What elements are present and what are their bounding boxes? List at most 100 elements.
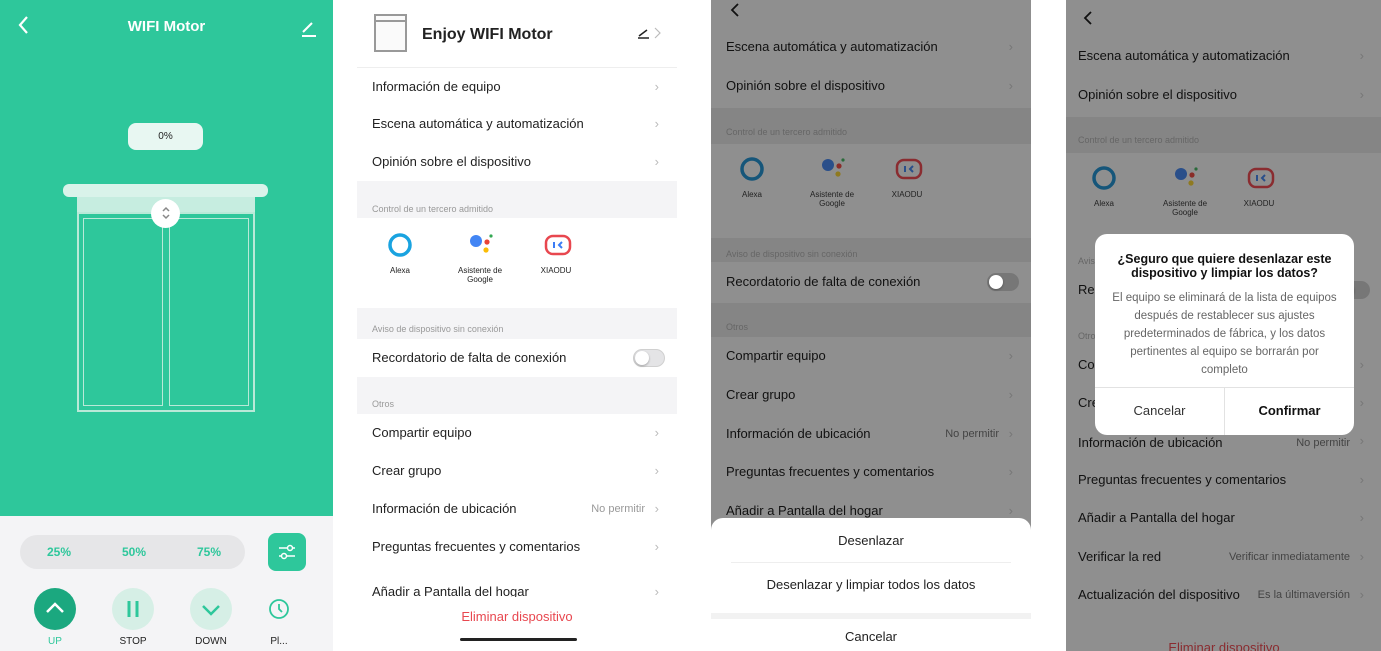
row-label: Opinión sobre el dispositivo (1078, 87, 1237, 102)
row-feedback[interactable]: Opinión sobre el dispositivo › (357, 143, 677, 181)
row-faq[interactable]: Preguntas frecuentes y comentarios › (1066, 461, 1381, 499)
row-label: Crear grupo (726, 387, 796, 402)
chevron-up-icon[interactable] (34, 588, 76, 630)
row-scene[interactable]: Escena automática y automatización › (1066, 37, 1381, 75)
row-create-group[interactable]: Crear grupo › (711, 376, 1031, 414)
section-offline: Avis (1078, 256, 1095, 266)
position-percent: 0% (128, 123, 203, 150)
back-icon[interactable] (1082, 10, 1094, 31)
row-feedback[interactable]: Opinión sobre el dispositivo › (711, 67, 1031, 105)
row-faq[interactable]: Preguntas frecuentes y comentarios › (357, 528, 677, 566)
chevron-right-icon: › (654, 584, 659, 597)
chevron-right-icon: › (1008, 503, 1013, 518)
preset-75-button[interactable]: 75% (197, 535, 221, 569)
down-label: DOWN (195, 636, 227, 647)
third-party-google[interactable]: Asistente de Google (797, 156, 867, 208)
edit-icon[interactable] (299, 18, 319, 38)
third-party-xiaodu[interactable]: XIAODU (1224, 165, 1294, 208)
cancel-button[interactable]: Cancelar (711, 629, 1031, 644)
chevron-right-icon: › (1359, 472, 1364, 487)
curtain-device-icon (374, 14, 407, 52)
preset-50-button[interactable]: 50% (122, 535, 146, 569)
section-band (711, 108, 1031, 144)
chevron-right-icon: › (1008, 39, 1013, 54)
action-sheet: Desenlazar Desenlazar y limpiar todos lo… (711, 518, 1031, 651)
row-label: Actualización del dispositivo (1078, 587, 1240, 602)
row-share[interactable]: Compartir equipo › (357, 414, 677, 452)
row-label: Co (1078, 357, 1095, 372)
curtain-control-screen: WIFI Motor 0% 25% 50% 75% UP STOP DOWN P… (0, 0, 333, 651)
back-icon[interactable] (729, 2, 741, 23)
third-party-google[interactable]: Asistente de Google (445, 232, 515, 284)
header: WIFI Motor (0, 0, 333, 56)
third-party-label: Alexa (741, 190, 762, 199)
chevron-right-icon: › (1359, 510, 1364, 525)
offline-reminder-toggle[interactable] (987, 273, 1019, 291)
row-device-info[interactable]: Información de equipo › (357, 67, 677, 105)
row-create-group[interactable]: Crear grupo › (357, 452, 677, 490)
confirm-button[interactable]: Confirmar (1225, 387, 1354, 435)
edit-icon[interactable] (637, 26, 663, 45)
section-others: Otros (726, 322, 749, 332)
chevron-right-icon: › (654, 501, 659, 516)
offline-reminder-toggle[interactable] (633, 349, 665, 367)
third-party-label: Alexa (1093, 199, 1114, 208)
row-label: Información de equipo (372, 79, 501, 94)
third-party-alexa[interactable]: Alexa (717, 156, 787, 199)
confirm-dialog-screen: Escena automática y automatización › Opin… (1066, 0, 1381, 651)
row-label: Preguntas frecuentes y comentarios (372, 539, 581, 554)
third-party-xiaodu[interactable]: XIAODU (872, 156, 942, 199)
google-assistant-icon (1172, 165, 1198, 191)
remove-device-button[interactable]: Eliminar dispositivo (1066, 628, 1381, 651)
device-name: Enjoy WIFI Motor (422, 26, 553, 43)
row-home-screen[interactable]: Añadir a Pantalla del hogar › (711, 492, 1031, 518)
unlink-button[interactable]: Desenlazar (711, 533, 1031, 548)
chevron-right-icon: › (654, 463, 659, 478)
third-party-label: XIAODU (1243, 199, 1275, 208)
row-verify-network[interactable]: Verificar la red Verificar inmediatamente… (1066, 538, 1381, 576)
third-party-alexa[interactable]: Alexa (365, 232, 435, 275)
third-party-xiaodu[interactable]: XIAODU (521, 232, 591, 275)
sliders-icon[interactable] (268, 533, 306, 571)
stop-label: STOP (119, 636, 147, 647)
drag-handle-icon[interactable] (151, 199, 180, 228)
unlink-wipe-button[interactable]: Desenlazar y limpiar todos los datos (711, 577, 1031, 592)
timer-icon[interactable] (258, 588, 300, 630)
preset-25-button[interactable]: 25% (47, 535, 71, 569)
row-scene[interactable]: Escena automática y automatización › (711, 28, 1031, 66)
plan-control: Pl... (249, 588, 309, 647)
chevron-down-icon[interactable] (190, 588, 232, 630)
control-bar: 25% 50% 75% UP STOP DOWN Pl... (0, 516, 333, 651)
cancel-button[interactable]: Cancelar (1095, 387, 1224, 435)
unlink-sheet-screen: Escena automática y automatización › Opin… (711, 0, 1031, 651)
chevron-right-icon: › (1008, 426, 1013, 441)
row-feedback[interactable]: Opinión sobre el dispositivo › (1066, 76, 1381, 114)
home-indicator (460, 638, 577, 641)
row-location[interactable]: Información de ubicación No permitir › (711, 415, 1031, 453)
row-home-screen[interactable]: Añadir a Pantalla del hogar › (357, 566, 677, 597)
chevron-right-icon: › (1359, 395, 1364, 410)
row-location[interactable]: Información de ubicación No permitir › (357, 490, 677, 528)
chevron-right-icon: › (1008, 348, 1013, 363)
third-party-google[interactable]: Asistente de Google (1150, 165, 1220, 217)
remove-device-button[interactable]: Eliminar dispositivo (357, 597, 677, 651)
third-party-list: Alexa Asistente de Google XIAODU (711, 144, 1031, 236)
pause-icon[interactable] (112, 588, 154, 630)
row-value: No permitir (945, 428, 999, 440)
third-party-label: Asistente de Google (809, 190, 855, 208)
third-party-label: XIAODU (540, 266, 572, 275)
third-party-alexa[interactable]: Alexa (1069, 165, 1139, 208)
row-share[interactable]: Compartir equipo › (711, 337, 1031, 375)
third-party-list: Alexa Asistente de Google XIAODU (357, 218, 677, 308)
row-label: Añadir a Pantalla del hogar (1078, 510, 1235, 525)
chevron-right-icon: › (1008, 78, 1013, 93)
row-home-screen[interactable]: Añadir a Pantalla del hogar › (1066, 499, 1381, 537)
section-others: Otros (372, 399, 395, 409)
row-label: Compartir equipo (726, 348, 826, 363)
dialog-body: El equipo se eliminará de la lista de eq… (1112, 292, 1337, 376)
row-label: Escena automática y automatización (726, 39, 938, 54)
row-scene[interactable]: Escena automática y automatización › (357, 105, 677, 143)
row-faq[interactable]: Preguntas frecuentes y comentarios › (711, 453, 1031, 491)
plan-label: Pl... (270, 636, 288, 647)
row-device-update[interactable]: Actualización del dispositivo Es la últim… (1066, 576, 1381, 614)
